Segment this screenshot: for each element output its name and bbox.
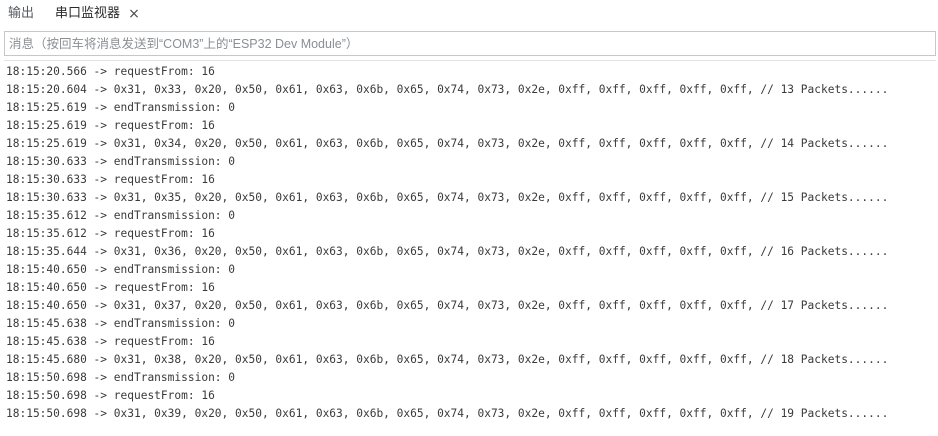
panel-tab-bar: 输出 串口监视器 × bbox=[0, 0, 938, 28]
close-icon[interactable]: × bbox=[127, 5, 141, 23]
message-input-container bbox=[4, 31, 936, 56]
tab-output[interactable]: 输出 bbox=[8, 4, 34, 24]
log-line: 18:15:45.638 -> endTransmission: 0 bbox=[6, 317, 236, 330]
log-line: 18:15:50.698 -> endTransmission: 0 bbox=[6, 371, 236, 384]
log-line: 18:15:30.633 -> requestFrom: 16 bbox=[6, 173, 215, 186]
log-line: 18:15:40.650 -> 0x31, 0x37, 0x20, 0x50, … bbox=[6, 299, 889, 312]
log-line: 18:15:40.650 -> requestFrom: 16 bbox=[6, 281, 215, 294]
log-line: 18:15:45.638 -> requestFrom: 16 bbox=[6, 335, 215, 348]
log-line: 18:15:40.650 -> endTransmission: 0 bbox=[6, 263, 236, 276]
log-line: 18:15:50.698 -> 0x31, 0x39, 0x20, 0x50, … bbox=[6, 407, 889, 420]
log-line: 18:15:20.604 -> 0x31, 0x33, 0x20, 0x50, … bbox=[6, 83, 889, 96]
log-line: 18:15:30.633 -> endTransmission: 0 bbox=[6, 155, 236, 168]
log-line: 18:15:35.612 -> requestFrom: 16 bbox=[6, 227, 215, 240]
tab-serial-monitor[interactable]: 串口监视器 bbox=[55, 4, 120, 24]
log-line: 18:15:35.644 -> 0x31, 0x36, 0x20, 0x50, … bbox=[6, 245, 889, 258]
divider bbox=[4, 60, 936, 61]
serial-output-log: 18:15:20.566 -> requestFrom: 16 18:15:20.… bbox=[6, 63, 936, 423]
log-line: 18:15:25.619 -> requestFrom: 16 bbox=[6, 119, 215, 132]
log-line: 18:15:20.566 -> requestFrom: 16 bbox=[6, 65, 215, 78]
log-line: 18:15:45.680 -> 0x31, 0x38, 0x20, 0x50, … bbox=[6, 353, 889, 366]
message-input[interactable] bbox=[5, 32, 935, 55]
log-line: 18:15:25.619 -> 0x31, 0x34, 0x20, 0x50, … bbox=[6, 137, 889, 150]
log-line: 18:15:50.698 -> requestFrom: 16 bbox=[6, 389, 215, 402]
log-line: 18:15:30.633 -> 0x31, 0x35, 0x20, 0x50, … bbox=[6, 191, 889, 204]
log-line: 18:15:35.612 -> endTransmission: 0 bbox=[6, 209, 236, 222]
log-line: 18:15:25.619 -> endTransmission: 0 bbox=[6, 101, 236, 114]
